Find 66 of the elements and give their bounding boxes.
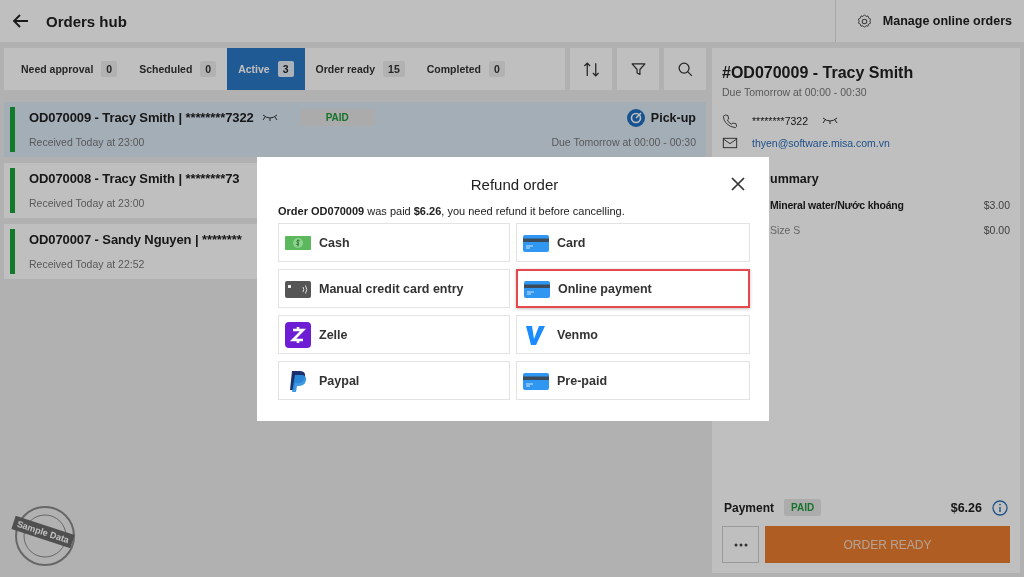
info-icon[interactable] — [992, 499, 1008, 516]
count-badge: 15 — [383, 61, 405, 77]
due-time: Due Tomorrow at 00:00 - 00:30 — [722, 86, 868, 98]
due-time: Due Tomorrow at 00:00 - 00:30 — [551, 135, 696, 148]
payment-method-option[interactable]: Paypal — [278, 361, 510, 400]
item-name: Mineral water/Nước khoáng — [770, 199, 904, 211]
payment-method-option[interactable]: Cash — [278, 223, 510, 262]
phone-icon — [722, 113, 738, 129]
payment-method-option[interactable]: Card — [516, 223, 750, 262]
status-tab[interactable]: Order ready 15 — [304, 48, 416, 90]
count-badge: 0 — [200, 61, 217, 77]
stamp-icon — [14, 505, 76, 567]
search-icon — [676, 60, 694, 78]
status-bar — [10, 229, 15, 274]
toolbar-button[interactable] — [570, 48, 612, 90]
refund-message: Order OD070009 was paid $6.26, you need refund it before cancelling. — [278, 205, 626, 217]
zelle-icon — [285, 321, 311, 348]
status-tab[interactable]: Scheduled 0 — [128, 48, 228, 90]
status-tab[interactable]: Active 3 — [227, 48, 305, 90]
settings-icon — [855, 12, 873, 30]
count-badge: 3 — [277, 61, 294, 77]
item-option: Size S — [770, 224, 801, 236]
pickup-icon — [626, 108, 645, 127]
order-title: OD070007 - Sandy Nguyen | ******** — [29, 232, 242, 247]
received-time: Received Today at 23:00 — [29, 196, 145, 209]
email-link[interactable]: thyen@software.misa.com.vn — [752, 137, 890, 149]
received-time: Received Today at 22:52 — [29, 257, 145, 270]
payment-total: $6.26 — [950, 500, 982, 515]
toolbar-button[interactable] — [617, 48, 659, 90]
count-badge: 0 — [489, 61, 505, 77]
hidden-eye-icon[interactable] — [822, 117, 839, 125]
sample-data-label: Sample Data — [11, 515, 75, 549]
payment-status-badge: PAID — [784, 499, 822, 516]
item-price: $0.00 — [983, 224, 1010, 236]
payment-method-option[interactable]: Pre-paid — [516, 361, 750, 400]
page-title: Orders hub — [46, 12, 128, 30]
delivery-type: Pick-up — [650, 110, 696, 125]
status-tab[interactable]: Need approval 0 — [10, 48, 129, 90]
payment-method-option[interactable]: Manual credit card entry — [278, 269, 510, 308]
payment-method-option[interactable]: Zelle — [278, 315, 510, 354]
toolbar-button[interactable] — [664, 48, 706, 90]
status-bar — [10, 168, 15, 213]
count-badge: 0 — [101, 61, 118, 77]
phone-number: ********7322 — [752, 115, 809, 127]
back-arrow-icon[interactable] — [12, 12, 30, 30]
more-icon — [733, 542, 748, 547]
received-time: Received Today at 23:00 — [29, 135, 145, 148]
payment-status-badge: PAID — [299, 109, 375, 126]
section-heading: ummary — [770, 172, 820, 186]
mail-icon — [722, 135, 738, 151]
order-title: #OD070009 - Tracy Smith — [722, 64, 915, 82]
order-card[interactable]: OD070009 - Tracy Smith | ********7322 PAID Pick-up Received Today at 23:00 Due Tomorrow at 00:00 - 00:30 — [4, 102, 706, 157]
order-title: OD070009 - Tracy Smith | ********7322 — [29, 110, 254, 125]
sort-icon — [582, 60, 600, 78]
manage-online-orders-button[interactable]: Manage online orders — [834, 0, 1014, 42]
payment-method-option[interactable]: Venmo — [516, 315, 750, 354]
payment-label: Payment — [724, 500, 775, 515]
status-tab[interactable]: Completed 0 — [415, 48, 516, 90]
filter-icon — [629, 60, 647, 78]
status-bar — [10, 107, 15, 152]
order-title: OD070008 - Tracy Smith | ********73 — [29, 171, 240, 186]
payment-method-option[interactable]: Online payment — [516, 269, 750, 308]
hidden-eye-icon[interactable] — [261, 113, 278, 122]
item-price: $3.00 — [983, 199, 1010, 211]
dialog-title: Refund order — [470, 175, 559, 193]
close-icon[interactable] — [729, 175, 747, 193]
